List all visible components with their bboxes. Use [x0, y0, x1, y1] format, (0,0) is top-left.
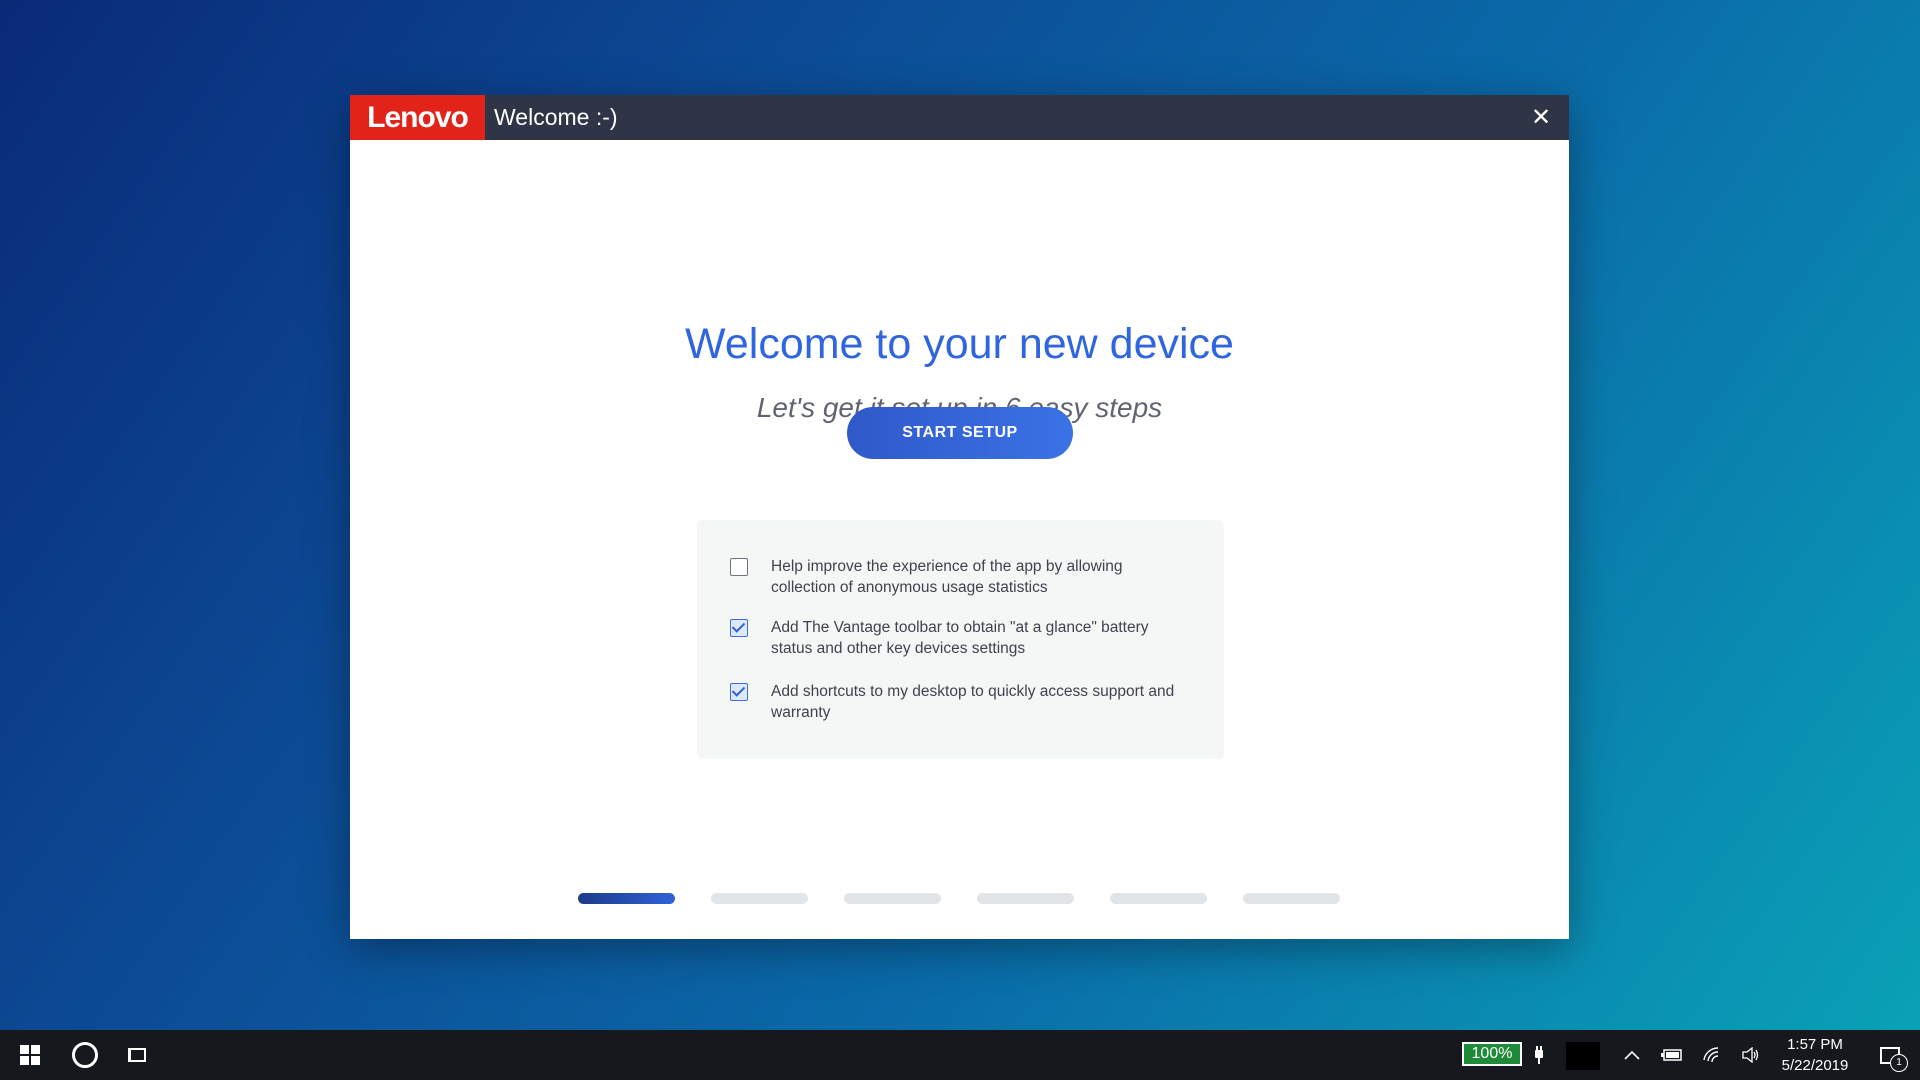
- task-view-icon[interactable]: [114, 1030, 160, 1080]
- option-desktop-shortcuts[interactable]: Add shortcuts to my desktop to quickly a…: [730, 681, 1190, 723]
- windows-start-icon[interactable]: [0, 1030, 60, 1080]
- volume-icon[interactable]: [1736, 1030, 1766, 1080]
- checkbox-desktop-shortcuts[interactable]: [730, 683, 748, 701]
- step-dot-6: [1243, 893, 1340, 904]
- cortana-icon[interactable]: [62, 1030, 108, 1080]
- option-label: Add The Vantage toolbar to obtain "at a …: [771, 619, 1149, 657]
- step-dot-3: [844, 893, 941, 904]
- option-vantage-toolbar[interactable]: Add The Vantage toolbar to obtain "at a …: [730, 617, 1190, 659]
- step-indicator: [578, 893, 1340, 904]
- dialog-title: Welcome :-): [494, 104, 618, 130]
- notification-icon[interactable]: 1: [1870, 1030, 1910, 1080]
- chevron-up-icon[interactable]: [1617, 1030, 1647, 1080]
- start-setup-button[interactable]: START SETUP: [847, 407, 1073, 459]
- options-panel: Help improve the experience of the app b…: [697, 520, 1224, 759]
- welcome-dialog: Lenovo Welcome :-) ✕ Welcome to your new…: [350, 95, 1569, 939]
- page-title: Welcome to your new device: [685, 320, 1234, 368]
- plug-icon[interactable]: [1528, 1030, 1550, 1080]
- checkbox-vantage-toolbar[interactable]: [730, 619, 748, 637]
- step-dot-5: [1110, 893, 1207, 904]
- notification-count: 1: [1890, 1053, 1908, 1072]
- option-label: Add shortcuts to my desktop to quickly a…: [771, 683, 1175, 721]
- title-bar: Lenovo Welcome :-) ✕: [350, 95, 1569, 140]
- battery-percentage-badge[interactable]: 100%: [1462, 1042, 1522, 1066]
- step-dot-1: [578, 893, 675, 904]
- close-icon[interactable]: ✕: [1527, 104, 1555, 132]
- step-dot-4: [977, 893, 1074, 904]
- checkbox-usage-statistics[interactable]: [730, 558, 748, 576]
- taskbar: 100% 1:57 PM 5/22/2019 1: [0, 1030, 1920, 1080]
- option-label: Help improve the experience of the app b…: [771, 558, 1123, 596]
- clock[interactable]: 1:57 PM 5/22/2019: [1770, 1034, 1860, 1076]
- clock-time: 1:57 PM: [1787, 1036, 1843, 1053]
- wifi-icon[interactable]: [1697, 1030, 1727, 1080]
- battery-icon[interactable]: [1657, 1030, 1687, 1080]
- step-dot-2: [711, 893, 808, 904]
- option-usage-statistics[interactable]: Help improve the experience of the app b…: [730, 556, 1190, 598]
- clock-date: 5/22/2019: [1781, 1057, 1849, 1074]
- lenovo-logo: Lenovo: [350, 95, 485, 140]
- tray-app-icon[interactable]: [1566, 1042, 1600, 1070]
